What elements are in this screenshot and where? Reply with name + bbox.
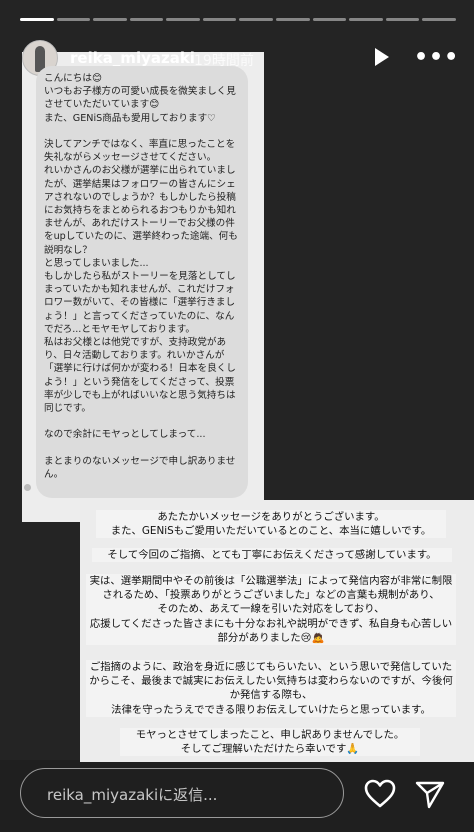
reply-placeholder: reika_miyazakiに返信... — [47, 786, 218, 804]
reply-paragraph-2: そして今回のご指摘、とても丁寧にお伝えくださって感謝しています。 — [92, 548, 452, 563]
progress-segment — [129, 18, 164, 21]
reply-paragraph-3: 実は、選挙期間中やその前後は「公職選挙法」によって発信内容が非常に制限されるため… — [86, 574, 456, 646]
more-icon[interactable]: ••• — [414, 45, 459, 70]
progress-segment — [20, 18, 54, 21]
progress-segment — [93, 18, 127, 21]
progress-segment — [56, 18, 91, 21]
story-progress — [20, 18, 456, 21]
play-icon[interactable] — [375, 48, 389, 66]
reply-input[interactable]: reika_miyazakiに返信... — [20, 768, 344, 818]
reply-paragraph-5: モヤっとさせてしまったこと、申し訳ありませんでした。 そしてご理解いただけたら幸… — [120, 728, 420, 757]
progress-segment — [239, 18, 274, 21]
progress-segment — [349, 18, 383, 21]
reply-paragraph-4: ご指摘のように、政治を身近に感じてもらいたい、という思いで発信していたからこそ、… — [86, 660, 456, 717]
username[interactable]: reika_miyazaki — [70, 49, 195, 67]
progress-segment — [385, 18, 420, 21]
dm-message-bubble: こんにちは😊 いつもお子様方の可愛い成長を微笑ましく見させていただいています😊 … — [36, 66, 248, 498]
send-icon[interactable] — [414, 778, 446, 810]
message-dot — [24, 484, 31, 491]
progress-segment — [422, 18, 456, 21]
progress-segment — [202, 18, 237, 21]
progress-segment — [166, 18, 200, 21]
progress-segment — [276, 18, 310, 21]
heart-icon[interactable] — [363, 778, 397, 810]
reply-paragraph-1: あたたかいメッセージをありがとうございます。 また、GENiSもご愛用いただいて… — [96, 510, 446, 539]
progress-segment — [312, 18, 347, 21]
